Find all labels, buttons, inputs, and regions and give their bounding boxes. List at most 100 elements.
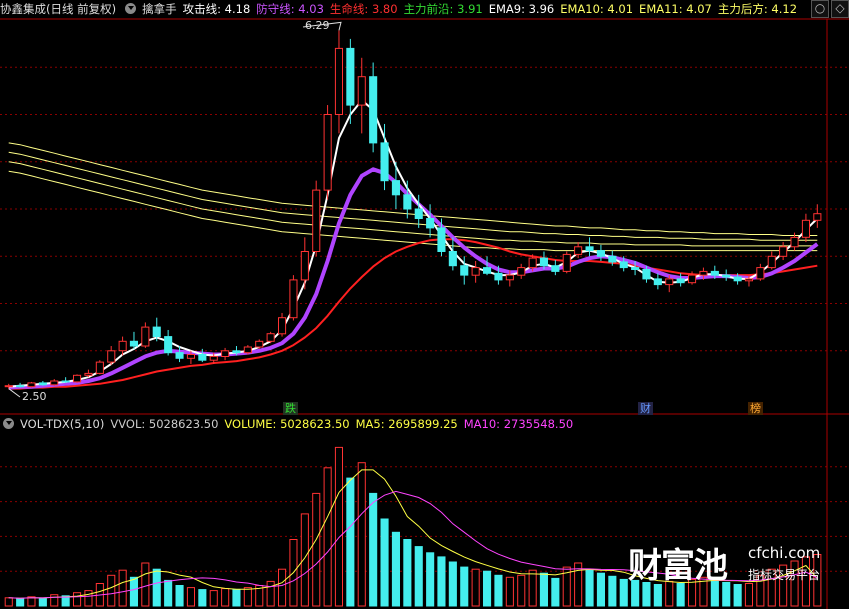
marker-wealth: 财 (638, 402, 653, 415)
candle-body (767, 255, 776, 269)
series-line-6 (8, 142, 818, 236)
candle-body (551, 265, 560, 272)
volume-bar (312, 492, 321, 607)
volume-bar (266, 580, 275, 607)
volume-bar (448, 561, 457, 607)
candle-body (255, 340, 264, 348)
header-item-5: EMA10: 4.01 (560, 2, 634, 16)
candle-body (278, 317, 287, 335)
watermark: 财富池 cfchi.com 指标交易平台 (628, 538, 828, 588)
candle-body (414, 208, 423, 219)
candle-body (528, 257, 537, 269)
candle-body (186, 354, 195, 359)
volume-bar (278, 568, 287, 607)
candle-body (346, 47, 355, 106)
candle-body (107, 350, 116, 363)
candle-body (539, 257, 549, 267)
dropdown-icon[interactable] (3, 418, 14, 429)
candle-body (357, 76, 366, 106)
volume-bar (175, 585, 184, 607)
header-item-1: 防守线: 4.03 (256, 2, 324, 16)
candle-body (631, 267, 640, 271)
volume-bar (505, 576, 514, 607)
candle-body (334, 47, 343, 115)
volume-bar (50, 594, 59, 607)
candle-body (118, 340, 127, 352)
header-item-0: 攻击线: 4.18 (182, 2, 251, 16)
candle-body (596, 250, 606, 257)
dropdown-icon[interactable] (125, 3, 137, 14)
volume-indicator-name[interactable]: VOL-TDX(5,10) (20, 417, 104, 431)
volume-bar (118, 569, 127, 607)
volume-bar (551, 577, 560, 607)
candle-body (73, 374, 82, 383)
volume-bar (198, 589, 207, 607)
volume-bar (619, 578, 628, 607)
marker-fall: 跌 (283, 402, 298, 415)
candle-body (323, 114, 332, 191)
candle-body (608, 255, 617, 263)
volume-bar (528, 569, 537, 607)
candle-body (562, 253, 571, 272)
candle-body (494, 272, 503, 281)
candle-body (27, 382, 36, 388)
volume-bar (300, 513, 309, 607)
volume-bar (414, 546, 423, 607)
candle-body (460, 265, 469, 276)
volume-bar (380, 518, 389, 607)
candle-body (517, 267, 526, 276)
volume-bar (391, 531, 400, 607)
volume-bar (494, 574, 503, 607)
candle-body (744, 278, 754, 282)
candle-body (141, 326, 150, 347)
volume-bar (232, 589, 241, 607)
volume-bar (164, 579, 173, 607)
candle-body (289, 279, 298, 319)
candle-body (471, 267, 480, 276)
volume-bar (539, 572, 549, 607)
candle-body (585, 246, 594, 252)
volume-bar (426, 552, 435, 607)
candle-body (84, 372, 93, 376)
candle-body (232, 350, 241, 354)
candle-body (129, 340, 138, 347)
volume-header-item-2: MA5: 2695899.25 (355, 417, 458, 431)
volume-bar (243, 587, 252, 607)
candle-body (801, 219, 811, 238)
volume-bar (460, 566, 469, 607)
volume-bar (517, 574, 526, 607)
volume-bar (596, 572, 606, 607)
candle-body (164, 336, 173, 354)
candle-body (175, 352, 184, 359)
indicator-name[interactable]: 擒拿手 (142, 2, 177, 16)
price-header: 协鑫集成(日线 前复权) 擒拿手 攻击线: 4.18 防守线: 4.03 生命线: 3.… (0, 0, 809, 18)
header-item-7: 主力后方: 4.12 (717, 2, 798, 16)
candle-body (642, 269, 651, 280)
volume-bar (437, 556, 446, 607)
volume-values: VVOL: 5028623.50 VOLUME: 5028623.50 MA5: 2… (110, 417, 579, 431)
marker-rank: 榜 (748, 402, 763, 415)
candle-body (574, 246, 583, 255)
volume-bar (346, 477, 355, 607)
candle-body (619, 261, 628, 269)
candle-body (733, 276, 742, 282)
volume-bar (73, 592, 82, 607)
volume-bar (403, 539, 412, 607)
candle-body (198, 354, 207, 361)
volume-bar (209, 590, 218, 607)
volume-bar (152, 568, 161, 607)
collapse-button[interactable]: ○ (811, 0, 829, 18)
candle-body (426, 218, 435, 229)
volume-header: VOL-TDX(5,10) VVOL: 5028623.50 VOLUME: 502… (0, 415, 585, 433)
candle-body (380, 142, 389, 182)
candle-body (403, 194, 412, 210)
volume-bar (84, 590, 93, 607)
candle-body (61, 380, 70, 383)
expand-button[interactable]: ◇ (831, 0, 849, 18)
volume-bar (221, 588, 230, 607)
volume-bar (608, 575, 617, 607)
volume-bar (585, 568, 594, 607)
volume-header-item-1: VOLUME: 5028623.50 (224, 417, 350, 431)
header-item-4: EMA9: 3.96 (488, 2, 555, 16)
candle-body (779, 246, 788, 257)
